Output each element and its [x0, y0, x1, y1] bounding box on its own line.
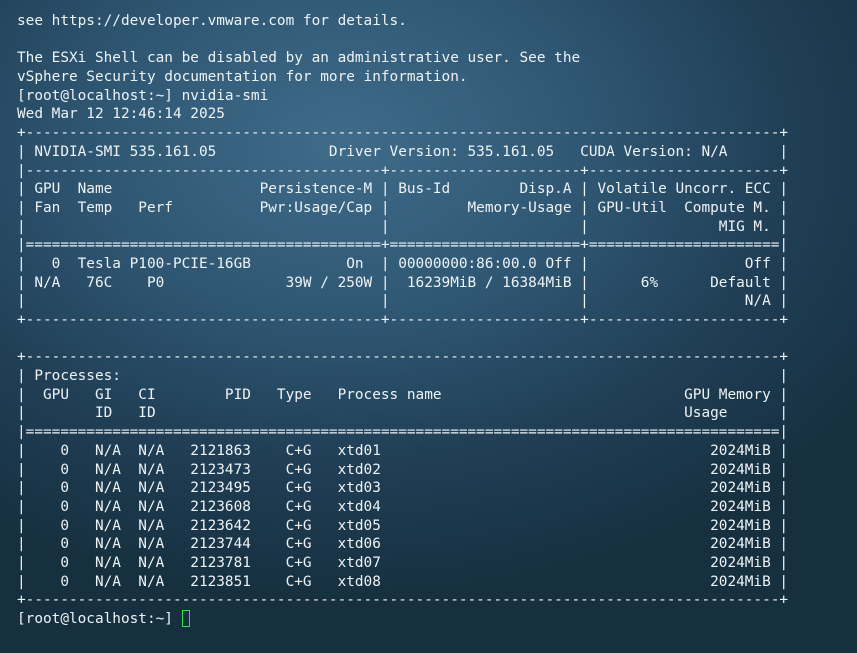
process-table-row: | 0 N/A N/A 2123781 C+G xtd07 2024MiB |	[17, 554, 789, 571]
gpu-table-border: +---------------------------------------…	[17, 312, 789, 328]
gpu-table-data-row: | | | N/A |	[17, 293, 789, 310]
process-table-border: +---------------------------------------…	[17, 349, 789, 366]
terminal-line: see https://developer.vmware.com for det…	[17, 13, 407, 29]
process-table-row: | 0 N/A N/A 2123851 C+G xtd08 2024MiB |	[17, 573, 789, 590]
prompt-line[interactable]: [root@localhost:~]	[17, 610, 857, 629]
process-table-header-row: | GPU GI CI PID Type Process name GPU Me…	[17, 386, 789, 403]
process-table-separator: |=======================================…	[17, 424, 789, 441]
gpu-table-border: +---------------------------------------…	[17, 125, 789, 142]
process-table-row: | 0 N/A N/A 2123608 C+G xtd04 2024MiB |	[17, 498, 789, 515]
process-table-row: | 0 N/A N/A 2123473 C+G xtd02 2024MiB |	[17, 461, 789, 478]
terminal-line: The ESXi Shell can be disabled by an adm…	[17, 50, 581, 67]
gpu-table-header-row: | | | MIG M. |	[17, 218, 789, 235]
gpu-table-separator: |---------------------------------------…	[17, 162, 789, 179]
timestamp-line: Wed Mar 12 12:46:14 2025	[17, 106, 225, 123]
gpu-table-header-row: | Fan Temp Perf Pwr:Usage/Cap | Memory-U…	[17, 199, 789, 216]
process-table-border: +---------------------------------------…	[17, 592, 789, 609]
shell-prompt: [root@localhost:~]	[17, 611, 182, 627]
gpu-table-data-row: | 0 Tesla P100-PCIE-16GB On | 00000000:8…	[17, 255, 789, 272]
gpu-table-version-row: | NVIDIA-SMI 535.161.05 Driver Version: …	[17, 143, 789, 160]
process-table-row: | 0 N/A N/A 2123642 C+G xtd05 2024MiB |	[17, 517, 789, 534]
gpu-table-header-row: | GPU Name Persistence-M | Bus-Id Disp.A…	[17, 181, 789, 198]
text-cursor	[181, 610, 190, 627]
process-table-header-row: | ID ID Usage |	[17, 405, 789, 422]
process-table-title: | Processes: |	[17, 368, 789, 385]
terminal-line: vSphere Security documentation for more …	[17, 69, 468, 86]
gpu-table-data-row: | N/A 76C P0 39W / 250W | 16239MiB / 163…	[17, 274, 789, 291]
process-table-row: | 0 N/A N/A 2123744 C+G xtd06 2024MiB |	[17, 536, 789, 553]
terminal-window[interactable]: see https://developer.vmware.com for det…	[0, 0, 857, 653]
command-line: [root@localhost:~] nvidia-smi	[17, 87, 269, 104]
process-table-row: | 0 N/A N/A 2123495 C+G xtd03 2024MiB |	[17, 480, 789, 497]
process-table-row: | 0 N/A N/A 2121863 C+G xtd01 2024MiB |	[17, 442, 789, 459]
gpu-table-separator: |=======================================…	[17, 237, 789, 254]
